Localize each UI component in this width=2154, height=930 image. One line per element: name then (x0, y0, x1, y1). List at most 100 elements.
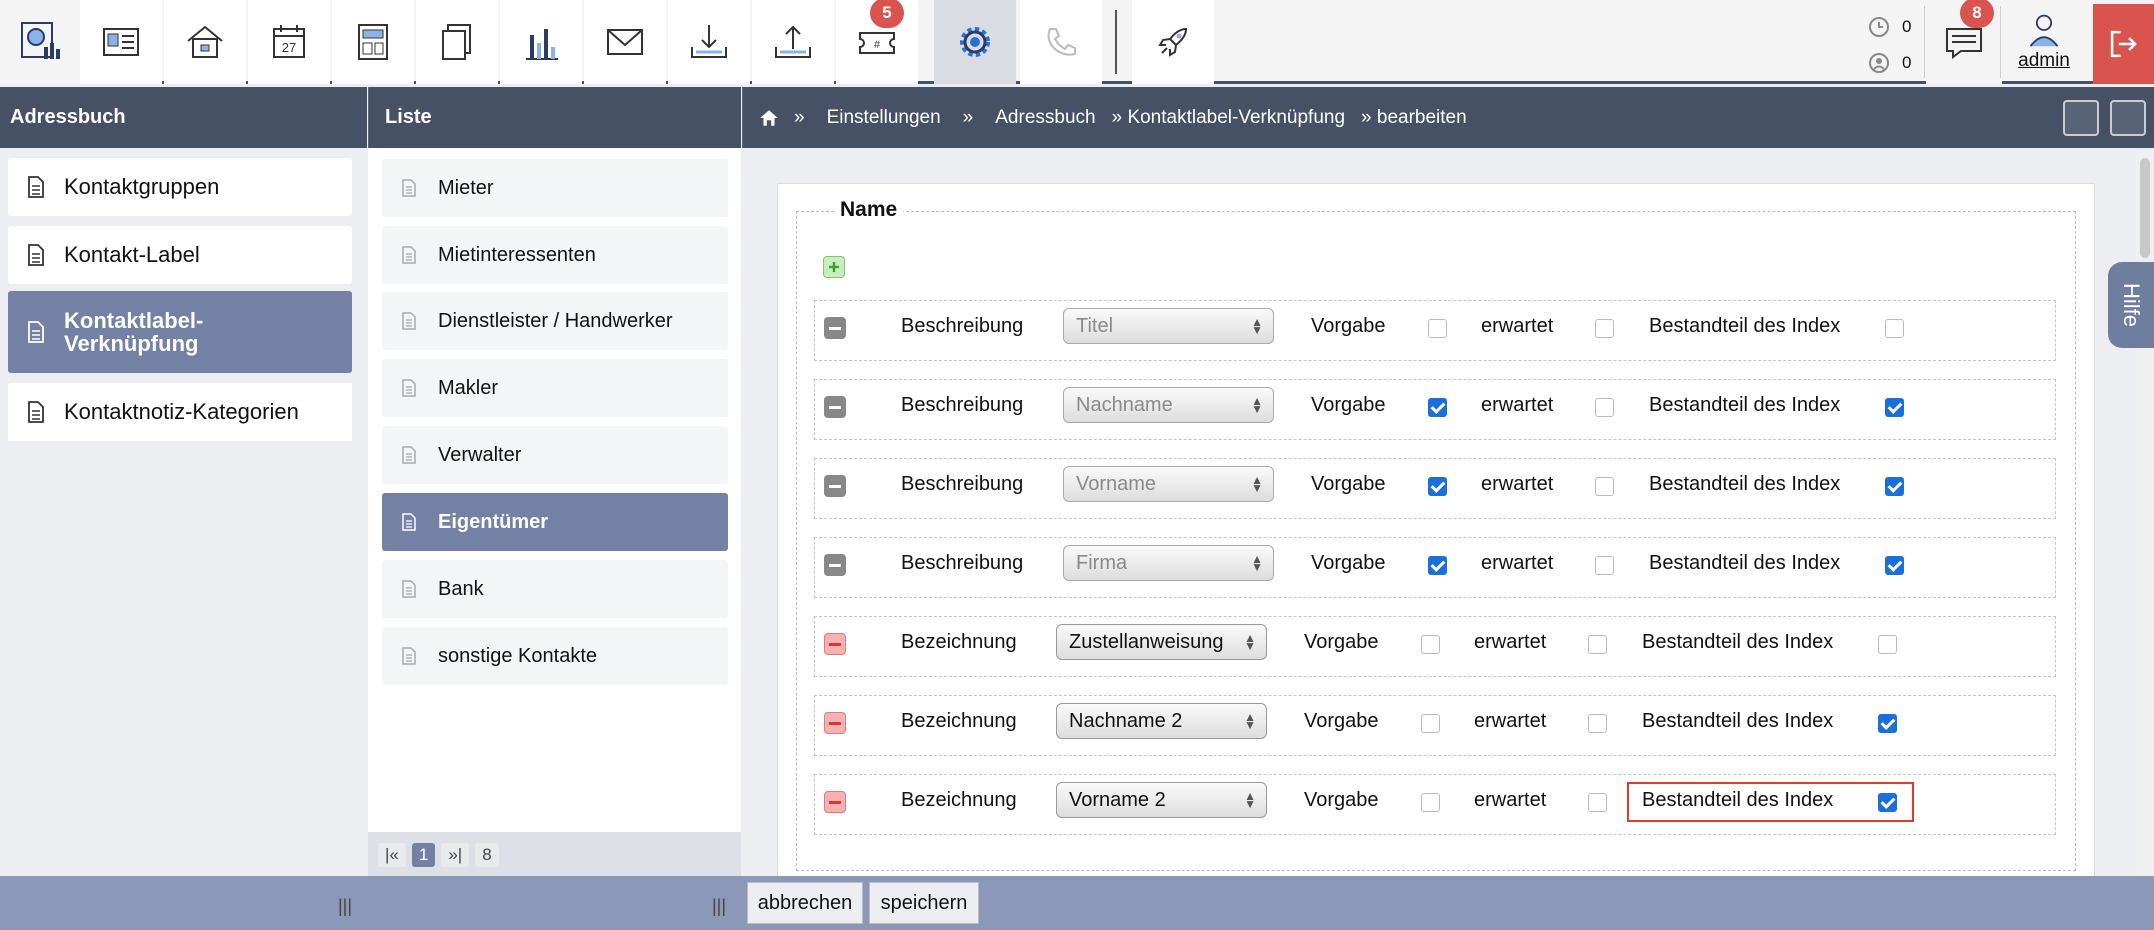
row-label: Bezeichnung (901, 631, 1017, 653)
breadcrumb-separator: » (794, 106, 805, 128)
contact-card-icon[interactable] (80, 0, 162, 84)
view-two-columns-button[interactable] (2063, 100, 2099, 136)
documents-icon[interactable] (416, 0, 498, 84)
help-tab[interactable]: Hilfe (2108, 262, 2154, 348)
field-select[interactable]: Zustellanweisung ▲ ▼ (1056, 624, 1267, 660)
vorgabe-checkbox[interactable] (1428, 398, 1447, 417)
sidebar-item-kontaktnotiz-kategorien[interactable]: Kontaktnotiz-Kategorien (8, 383, 352, 441)
erwartet-checkbox[interactable] (1588, 714, 1607, 733)
sidebar-item-kontaktgruppen[interactable]: Kontaktgruppen (8, 158, 352, 216)
main-scrollbar[interactable] (2136, 150, 2154, 876)
list-item[interactable]: Makler (382, 359, 728, 417)
remove-row-button[interactable] (824, 396, 846, 418)
home-icon[interactable] (758, 107, 780, 129)
upload-icon[interactable] (752, 0, 834, 84)
field-row: Beschreibung Vorname ▲ ▼ Vorgabe erwartet Best… (814, 458, 2056, 519)
list-item[interactable]: sonstige Kontakte (382, 627, 728, 685)
list-item[interactable]: Verwalter (382, 426, 728, 484)
list-item[interactable]: Eigentümer (382, 493, 728, 551)
timer-counter[interactable]: 0 (1866, 12, 1922, 42)
erwartet-checkbox[interactable] (1588, 793, 1607, 812)
add-row-button[interactable] (823, 256, 845, 278)
column2-resize-grip[interactable]: ||| (712, 896, 726, 917)
index-checkbox[interactable] (1878, 635, 1897, 654)
erwartet-checkbox[interactable] (1595, 477, 1614, 496)
remove-row-button[interactable] (824, 317, 846, 339)
vorgabe-checkbox[interactable] (1421, 635, 1440, 654)
breadcrumb-kontaktlabel[interactable]: » Kontaktlabel-Verknüpfung (1112, 107, 1345, 129)
erwartet-checkbox[interactable] (1595, 319, 1614, 338)
user-timer-counter[interactable]: 0 (1866, 48, 1922, 78)
document-icon (28, 321, 44, 343)
first-page-button[interactable]: |« (378, 842, 406, 867)
vorgabe-checkbox[interactable] (1428, 477, 1447, 496)
download-icon[interactable] (668, 0, 750, 84)
vorgabe-label: Vorgabe (1311, 473, 1386, 495)
document-icon (402, 312, 416, 330)
sidebar-item-kontakt-label[interactable]: Kontakt-Label (8, 226, 352, 284)
user-name[interactable]: admin (2018, 50, 2070, 72)
remove-row-button[interactable] (824, 475, 846, 497)
remove-row-button[interactable] (824, 791, 846, 813)
index-label: Bestandteil des Index (1649, 315, 1841, 337)
breadcrumb-adressbuch[interactable]: Adressbuch (995, 107, 1095, 129)
remove-row-button[interactable] (824, 712, 846, 734)
erwartet-checkbox[interactable] (1595, 556, 1614, 575)
sidebar-item-label: Kontaktgruppen (64, 174, 220, 199)
mail-icon[interactable] (584, 0, 666, 84)
remove-row-button[interactable] (824, 554, 846, 576)
remove-row-button[interactable] (824, 633, 846, 655)
toolbar-divider (1115, 10, 1117, 74)
document-icon (28, 244, 44, 266)
scroll-thumb[interactable] (2140, 158, 2150, 258)
vorgabe-checkbox[interactable] (1428, 319, 1447, 338)
erwartet-label: erwartet (1474, 789, 1547, 811)
index-checkbox[interactable] (1885, 319, 1904, 338)
last-page-button[interactable]: »| (441, 842, 470, 867)
document-icon (402, 446, 416, 464)
vorgabe-checkbox[interactable] (1421, 714, 1440, 733)
index-checkbox[interactable] (1885, 398, 1904, 417)
logout-button[interactable] (2093, 4, 2154, 84)
erwartet-checkbox[interactable] (1595, 398, 1614, 417)
list-item[interactable]: Dienstleister / Handwerker (382, 292, 728, 350)
vorgabe-checkbox[interactable] (1421, 793, 1440, 812)
current-page[interactable]: 1 (411, 842, 436, 867)
layout-icon[interactable] (332, 0, 414, 84)
calendar-icon[interactable]: 27 (248, 0, 330, 84)
gear-icon[interactable] (934, 0, 1016, 84)
list-item[interactable]: Mietinteressenten (382, 226, 728, 284)
vorgabe-label: Vorgabe (1311, 394, 1386, 416)
field-row: Beschreibung Nachname ▲ ▼ Vorgabe erwartet Bes… (814, 379, 2056, 440)
index-checkbox[interactable] (1878, 714, 1897, 733)
index-checkbox[interactable] (1885, 477, 1904, 496)
breadcrumb-separator: » (962, 106, 974, 128)
field-select[interactable]: Nachname 2 ▲ ▼ (1056, 703, 1267, 739)
field-select: Nachname ▲ ▼ (1063, 387, 1274, 423)
select-arrows-icon: ▲ ▼ (1251, 473, 1263, 495)
cancel-button[interactable]: abbrechen (747, 882, 863, 924)
user-menu[interactable]: admin (2004, 12, 2084, 76)
column1-resize-grip[interactable]: ||| (338, 896, 352, 917)
vorgabe-checkbox[interactable] (1428, 556, 1447, 575)
save-button[interactable]: speichern (869, 882, 979, 924)
chart-icon[interactable] (500, 0, 582, 84)
erwartet-checkbox[interactable] (1588, 635, 1607, 654)
house-icon[interactable] (164, 0, 246, 84)
list-item[interactable]: Bank (382, 560, 728, 618)
breadcrumb-einstellungen[interactable]: Einstellungen (827, 107, 941, 129)
field-select[interactable]: Vorname 2 ▲ ▼ (1056, 782, 1267, 818)
ticket-icon[interactable]: # 5 (836, 0, 918, 84)
field-select-value: Vorname (1076, 472, 1157, 495)
dashboard-icon[interactable] (0, 0, 82, 84)
index-checkbox[interactable] (1885, 556, 1904, 575)
document-icon (402, 580, 416, 598)
list-item[interactable]: Mieter (382, 159, 728, 217)
messages-icon[interactable]: 8 (1926, 0, 2002, 84)
sidebar-item-kontaktlabel-verknuepfung[interactable]: Kontaktlabel- Verknüpfung (8, 291, 352, 373)
rocket-icon[interactable] (1132, 0, 1214, 84)
list-item-label: Mieter (438, 176, 494, 199)
field-row: Bezeichnung Zustellanweisung ▲ ▼ Vorgabe erwa… (814, 616, 2056, 677)
document-icon (28, 176, 44, 198)
view-three-columns-button[interactable] (2110, 100, 2146, 136)
